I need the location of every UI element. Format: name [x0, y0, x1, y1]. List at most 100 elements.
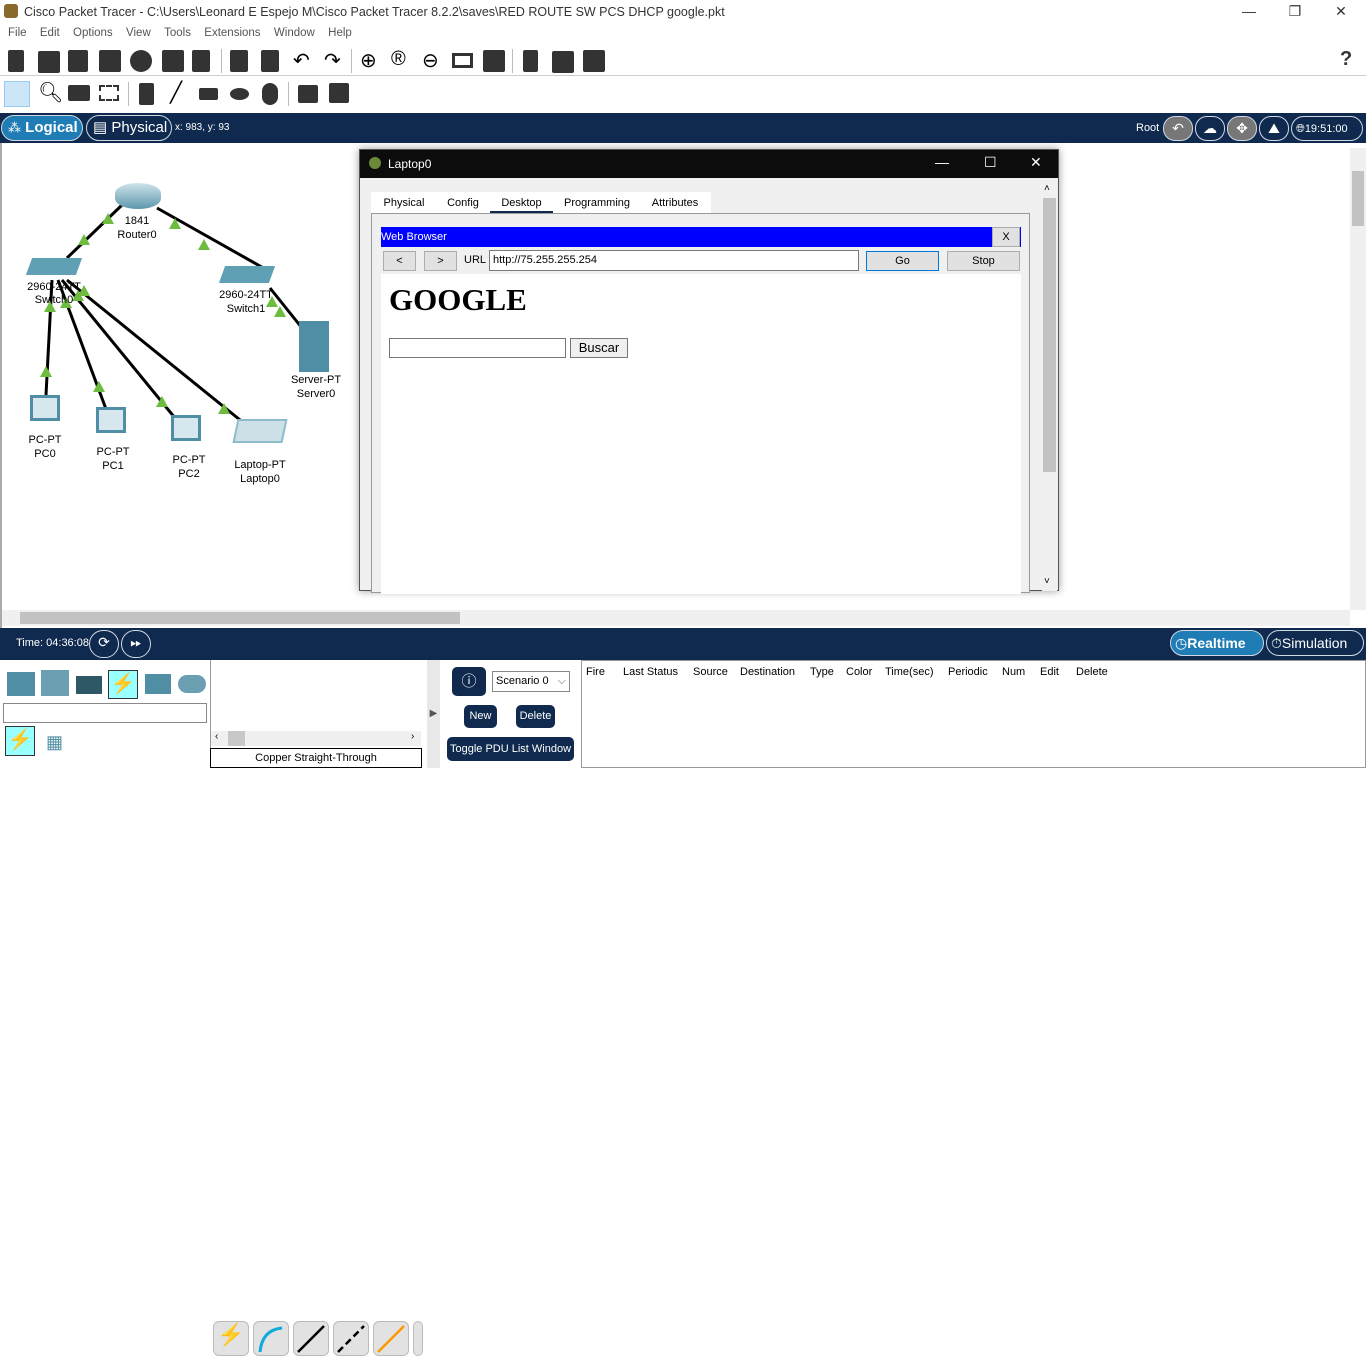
resize-shape-icon[interactable]	[99, 85, 119, 101]
search-button[interactable]: Buscar	[570, 338, 628, 358]
add-complex-pdu-icon[interactable]	[329, 83, 349, 103]
logical-tab[interactable]: ⁂ Logical	[1, 115, 83, 141]
scrollbar-thumb[interactable]	[228, 731, 245, 746]
dialog-scrollbar[interactable]: ˄ ˅	[1042, 183, 1057, 591]
url-input[interactable]: http://75.255.255.254	[489, 250, 859, 271]
scroll-right-icon[interactable]: ›	[411, 731, 414, 742]
scroll-left-icon[interactable]: ‹	[215, 731, 218, 742]
place-note-icon[interactable]	[139, 83, 154, 105]
save-icon[interactable]	[68, 50, 88, 72]
cable-scrollbar[interactable]: ‹ ›	[211, 731, 421, 746]
cluster-icon[interactable]	[523, 50, 538, 72]
multiuser-icon[interactable]	[178, 675, 206, 693]
miscellaneous-icon[interactable]	[145, 674, 171, 694]
viewport-clock[interactable]: 🌐︎19:51:00	[1291, 116, 1363, 141]
device-switch1[interactable]: 2960-24TT Switch1	[201, 261, 291, 315]
paste-icon[interactable]	[261, 50, 279, 72]
restore-button[interactable]: ❐	[1272, 0, 1318, 24]
search-input[interactable]	[389, 338, 566, 358]
fiber-cable-icon[interactable]	[373, 1321, 409, 1356]
custom-device-dialog-icon[interactable]	[483, 50, 505, 72]
components-icon[interactable]	[76, 676, 102, 694]
minimize-button[interactable]: —	[1226, 0, 1272, 24]
realtime-tab[interactable]: ◷Realtime	[1170, 630, 1264, 656]
pdu-info-icon[interactable]: ⓘ	[452, 667, 486, 696]
new-cluster-icon[interactable]: ☁	[1195, 116, 1225, 141]
stop-button[interactable]: Stop	[947, 251, 1020, 271]
more-cables-icon[interactable]	[413, 1321, 423, 1356]
power-cycle-icon[interactable]: ⟳	[89, 630, 119, 658]
device-router0[interactable]: 1841 Router0	[92, 181, 182, 281]
forward-button[interactable]: >	[424, 251, 457, 271]
simulation-tab[interactable]: ⏱︎Simulation	[1266, 630, 1364, 656]
tab-attributes[interactable]: Attributes	[642, 193, 708, 214]
tab-physical[interactable]: Physical	[371, 193, 437, 214]
device-search-input[interactable]	[3, 703, 207, 723]
network-devices-icon[interactable]	[7, 672, 35, 696]
vertical-scrollbar[interactable]	[1350, 148, 1366, 610]
zoom-out-icon[interactable]: ⊖	[422, 48, 439, 73]
new-scenario-button[interactable]: New	[464, 705, 497, 728]
activity-wizard-icon[interactable]	[162, 50, 184, 72]
connections-icon[interactable]: ⚡	[108, 670, 138, 699]
close-button[interactable]: ✕	[1318, 0, 1364, 24]
scrollbar-thumb[interactable]	[1043, 198, 1056, 472]
physical-tab[interactable]: ▤ Physical	[86, 115, 172, 141]
draw-line-icon[interactable]: ╱	[170, 80, 182, 105]
console-cable-icon[interactable]	[253, 1321, 289, 1356]
menu-file[interactable]: File	[8, 24, 27, 42]
dialog-close-button[interactable]: ✕	[1030, 154, 1042, 171]
cloud-view-icon[interactable]	[583, 50, 605, 72]
end-devices-icon[interactable]	[41, 670, 69, 696]
menu-options[interactable]: Options	[73, 24, 113, 42]
scrollbar-thumb[interactable]	[1352, 171, 1364, 226]
dialog-maximize-button[interactable]: ☐	[984, 154, 997, 171]
viewport-icon[interactable]	[552, 51, 574, 73]
menu-edit[interactable]: Edit	[40, 24, 60, 42]
delete-scenario-button[interactable]: Delete	[516, 705, 555, 728]
draw-rectangle-icon[interactable]	[199, 88, 218, 100]
menu-tools[interactable]: Tools	[164, 24, 191, 42]
crossover-cable-icon[interactable]	[333, 1321, 369, 1356]
dialog-titlebar[interactable]: Laptop0 — ☐ ✕	[360, 150, 1058, 178]
device-laptop0[interactable]: Laptop-PT Laptop0	[215, 419, 305, 489]
drawing-palette-icon[interactable]	[452, 53, 473, 68]
delete-icon[interactable]	[68, 85, 90, 101]
toggle-pdu-list-button[interactable]: Toggle PDU List Window	[447, 737, 574, 761]
auto-cable-icon[interactable]: ⚡	[213, 1321, 249, 1356]
tab-config[interactable]: Config	[437, 193, 489, 214]
tab-desktop[interactable]: Desktop	[490, 193, 553, 214]
info-icon[interactable]	[130, 50, 152, 72]
horizontal-scrollbar[interactable]	[2, 610, 1350, 626]
device-server0[interactable]: Server-PT Server0	[271, 321, 361, 401]
scrollbar-thumb[interactable]	[20, 612, 460, 624]
redo-icon[interactable]: ↷	[324, 48, 341, 73]
go-button[interactable]: Go	[866, 251, 939, 271]
menu-window[interactable]: Window	[274, 24, 315, 42]
straight-through-cable-icon[interactable]	[293, 1321, 329, 1356]
browser-close-button[interactable]: X	[992, 227, 1020, 247]
inspect-icon[interactable]: 🔍︎	[38, 80, 63, 105]
dialog-minimize-button[interactable]: —	[935, 154, 949, 170]
menu-help[interactable]: Help	[328, 24, 352, 42]
new-file-icon[interactable]	[8, 50, 24, 72]
copy-icon[interactable]	[230, 50, 248, 72]
scroll-down-icon[interactable]: ˅	[1044, 576, 1050, 587]
custom-device-icon[interactable]	[192, 50, 210, 72]
undo-icon[interactable]: ↶	[293, 48, 310, 73]
menu-view[interactable]: View	[126, 24, 151, 42]
open-folder-icon[interactable]	[38, 51, 60, 73]
move-object-icon[interactable]: ✥	[1227, 116, 1257, 141]
expand-panel-icon[interactable]: ▶	[427, 660, 440, 768]
print-icon[interactable]	[99, 50, 121, 72]
scenario-select[interactable]: Scenario 0 ⌵	[492, 671, 570, 692]
select-tool-icon[interactable]	[4, 81, 30, 107]
freeform-icon[interactable]	[262, 83, 278, 105]
zoom-reset-icon[interactable]: ®	[391, 48, 406, 71]
grid-icon[interactable]: ▦	[46, 732, 63, 753]
zoom-in-icon[interactable]: ⊕	[360, 48, 377, 73]
add-simple-pdu-icon[interactable]	[298, 85, 318, 103]
device-switch0[interactable]: 2960-24TT Switch0	[9, 253, 99, 306]
fast-forward-icon[interactable]: ⏩︎	[121, 630, 151, 658]
connections-subtype-icon[interactable]: ⚡	[5, 726, 35, 756]
